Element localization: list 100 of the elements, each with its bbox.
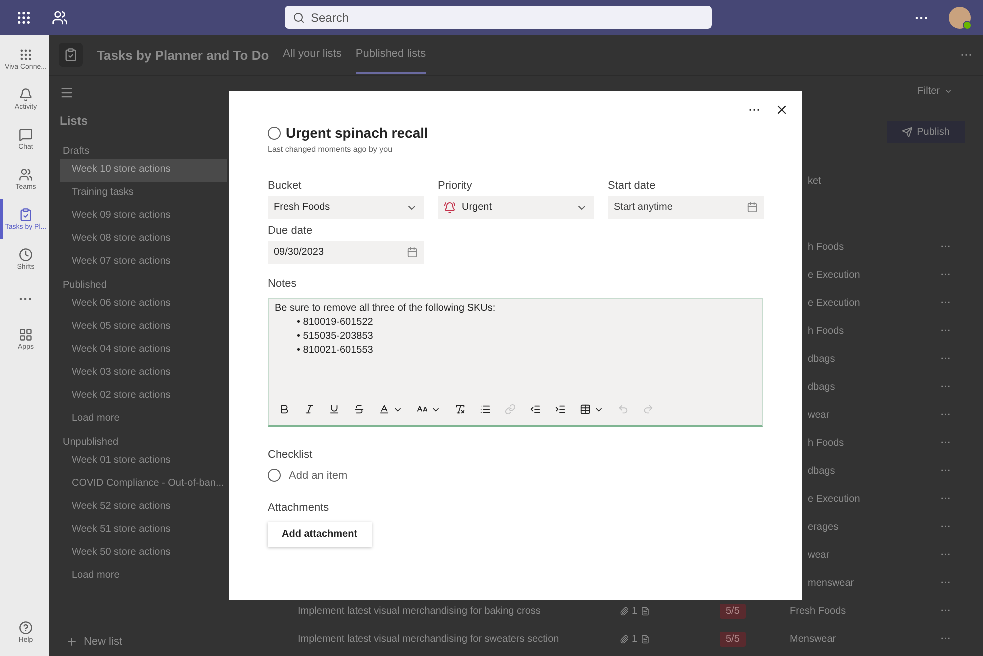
list-item[interactable]: COVID Compliance - Out-of-ban... xyxy=(60,473,227,496)
list-item[interactable]: Week 05 store actions xyxy=(60,316,227,339)
lists-heading: Lists xyxy=(60,114,88,128)
more-button[interactable]: ··· xyxy=(941,326,965,336)
bucket-name: h Foods xyxy=(807,242,846,252)
clipboard-check-icon xyxy=(19,208,33,222)
more-button[interactable]: ··· xyxy=(941,410,965,420)
list-item[interactable]: Week 03 store actions xyxy=(60,362,227,385)
document-icon xyxy=(640,634,650,644)
new-list-button[interactable]: New list xyxy=(60,636,123,648)
outdent-icon[interactable] xyxy=(530,404,541,415)
app-title: Tasks by Planner and To Do xyxy=(97,48,270,62)
list-item[interactable]: Week 06 store actions xyxy=(60,293,227,316)
search-field[interactable]: Search xyxy=(285,6,712,29)
clock-icon xyxy=(19,248,33,262)
list-item[interactable]: Week 52 store actions xyxy=(60,496,227,519)
load-more-link[interactable]: Load more xyxy=(60,408,227,431)
dropdown[interactable]: Fresh Foods xyxy=(268,196,424,219)
add-attachment-button[interactable]: Add attachment xyxy=(268,522,372,547)
list-item[interactable]: Week 10 store actions xyxy=(60,159,227,182)
complete-checkbox[interactable] xyxy=(268,126,281,140)
more-button[interactable]: ··· xyxy=(941,578,965,588)
list-item[interactable]: Training tasks xyxy=(60,182,227,205)
tab[interactable]: Published lists xyxy=(356,36,426,74)
font-size-icon[interactable] xyxy=(417,404,441,415)
list-item[interactable]: Week 51 store actions xyxy=(60,519,227,542)
more-button[interactable]: ··· xyxy=(941,494,965,504)
bucket-name: wear xyxy=(807,550,831,560)
tab[interactable]: All your lists xyxy=(283,36,342,74)
send-icon xyxy=(902,126,914,138)
table-icon[interactable] xyxy=(580,404,604,415)
bold-icon[interactable] xyxy=(279,404,290,415)
more-button[interactable]: ··· xyxy=(941,242,965,252)
more-button[interactable]: ··· xyxy=(941,298,965,308)
dot-grid-icon xyxy=(19,48,33,62)
bucket-name: Fresh Foods xyxy=(790,606,848,616)
people-icon xyxy=(19,168,33,182)
more-button[interactable]: ··· xyxy=(749,103,761,117)
more-button[interactable]: ··· xyxy=(941,382,965,392)
section-label: Checklist xyxy=(268,449,314,461)
more-button[interactable]: ··· xyxy=(941,606,965,616)
attachment-count: 1 xyxy=(632,634,638,644)
avatar[interactable] xyxy=(949,6,971,28)
publish-button[interactable]: Publish xyxy=(887,121,965,143)
date-field[interactable]: Start anytime xyxy=(608,196,764,219)
date-field[interactable]: 09/30/2023 xyxy=(268,241,424,264)
group-label: Published xyxy=(63,280,107,291)
checklist-badge: 5/5 xyxy=(720,604,746,618)
bucket-name: e Execution xyxy=(807,298,862,308)
field-label: Priority xyxy=(438,180,474,192)
bucket-name: h Foods xyxy=(807,326,846,336)
list-item[interactable]: Week 50 store actions xyxy=(60,542,227,565)
more-button[interactable]: ··· xyxy=(915,10,929,26)
underline-icon[interactable] xyxy=(329,404,340,415)
column-header: ket xyxy=(807,176,822,186)
bullet-list-icon[interactable] xyxy=(480,404,491,415)
more-button[interactable]: ··· xyxy=(941,466,965,476)
italic-icon[interactable] xyxy=(304,404,315,415)
more-button[interactable]: ··· xyxy=(941,270,965,280)
notes-editor[interactable]: Be sure to remove all three of the following SKUs: • 810019-601522 • 515035-203853 • 810021-601553 xyxy=(268,298,763,427)
indent-icon[interactable] xyxy=(555,404,566,415)
bucket-name: wear xyxy=(807,410,831,420)
close-icon[interactable] xyxy=(775,103,789,117)
rail-item[interactable]: ··· xyxy=(0,279,49,319)
bucket-name: menswear xyxy=(807,578,856,588)
strikethrough-icon[interactable] xyxy=(354,404,365,415)
more-button[interactable]: ··· xyxy=(941,634,965,644)
checklist-badge: 5/5 xyxy=(720,632,746,646)
more-button[interactable]: ··· xyxy=(961,48,973,62)
list-item[interactable]: Week 09 store actions xyxy=(60,205,227,228)
task-title: Implement latest visual merchandising for sweaters section xyxy=(298,634,560,644)
more-button[interactable]: ··· xyxy=(941,522,965,532)
more-button[interactable]: ··· xyxy=(941,354,965,364)
bucket-name: dbags xyxy=(807,382,836,392)
field-label: Due date xyxy=(268,225,314,237)
chat-bubble-icon xyxy=(19,128,33,142)
paperclip-icon xyxy=(620,606,629,616)
dropdown[interactable]: Urgent xyxy=(438,196,594,219)
more-button[interactable]: ··· xyxy=(941,550,965,560)
group-label: Unpublished xyxy=(63,437,119,448)
list-item[interactable]: Week 08 store actions xyxy=(60,228,227,251)
add-item-field[interactable]: Add an item xyxy=(268,469,763,482)
filter-button[interactable]: Filter xyxy=(918,86,953,97)
bullet-item: • 810019-601522 xyxy=(297,316,374,330)
clear-formatting-icon[interactable] xyxy=(455,404,466,415)
font-color-icon[interactable] xyxy=(379,404,403,415)
app-launcher-icon[interactable] xyxy=(16,10,32,26)
list-item[interactable]: Week 07 store actions xyxy=(60,251,227,274)
priority-icon xyxy=(444,202,456,214)
list-item[interactable]: Week 02 store actions xyxy=(60,385,227,408)
document-icon xyxy=(640,606,650,616)
menu-icon[interactable] xyxy=(60,86,74,100)
clipboard-check-icon xyxy=(64,48,78,62)
list-item[interactable]: Week 04 store actions xyxy=(60,339,227,362)
list-item[interactable]: Week 01 store actions xyxy=(60,450,227,473)
more-button[interactable]: ··· xyxy=(941,438,965,448)
plus-icon xyxy=(66,636,78,648)
group-label: Drafts xyxy=(63,146,90,157)
load-more-link[interactable]: Load more xyxy=(60,565,227,588)
calendar-icon xyxy=(407,247,418,258)
